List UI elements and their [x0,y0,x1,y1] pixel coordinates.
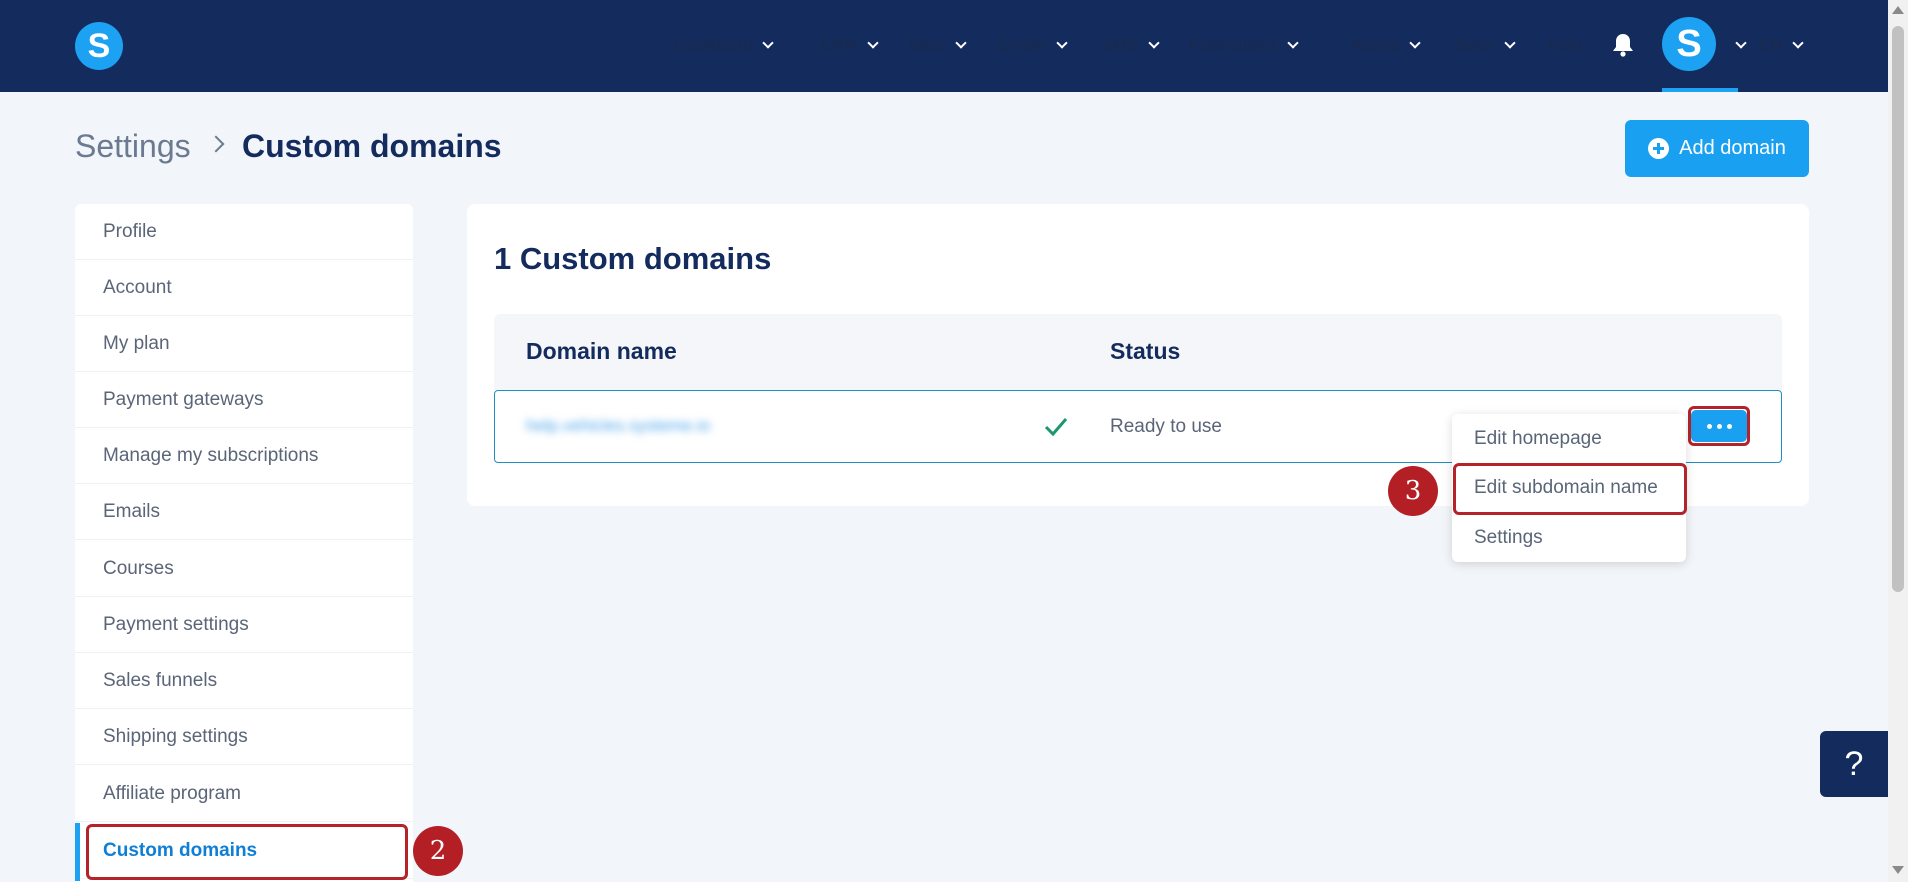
nav-label: SMS [1103,37,1138,54]
sidebar-active-indicator [75,823,80,881]
chevron-down-icon [1056,37,1068,49]
active-tab-indicator [1662,88,1738,92]
nav-item-help[interactable]: Help [1548,0,1581,92]
sidebar-item-emails[interactable]: Emails [75,484,413,540]
language-label: EN [1760,37,1783,54]
chevron-down-icon [1504,37,1516,49]
more-dots-icon [1726,423,1732,429]
nav-item-assets[interactable]: Assets [1351,0,1421,92]
settings-sidebar: Profile Account My plan Payment gateways… [75,204,413,882]
top-navigation-bar: S Dashboard CRM Sites Emails SMS Automat… [0,0,1888,92]
chevron-right-icon [207,135,225,153]
brand-logo[interactable]: S [75,22,123,70]
language-selector[interactable]: EN [1760,0,1804,92]
step-highlight-outline [86,824,408,880]
checkmark-icon [1044,418,1068,437]
chevron-down-icon [954,37,967,49]
sidebar-item-profile[interactable]: Profile [75,204,413,260]
sidebar-item-sales-funnels[interactable]: Sales funnels [75,653,413,709]
nav-item-sites[interactable]: Sites [909,0,967,92]
nav-label: Dashboard [674,37,753,54]
add-domain-label: Add domain [1679,137,1786,159]
user-avatar[interactable]: S [1662,17,1716,71]
help-button[interactable]: ? [1820,731,1888,797]
plus-circle-icon [1648,138,1670,159]
nav-label: Sites [909,37,945,54]
sidebar-item-shipping-settings[interactable]: Shipping settings [75,709,413,765]
nav-label: Assets [1351,37,1400,54]
domain-link[interactable]: help.vehicles.systeme.io [526,416,710,436]
nav-item-sms[interactable]: SMS [1103,0,1160,92]
more-dots-icon [1716,423,1722,429]
step-badge-3: 3 [1388,466,1438,516]
chevron-down-icon [1287,37,1299,49]
sidebar-item-affiliate-program[interactable]: Affiliate program [75,766,413,822]
sidebar-item-account[interactable]: Account [75,260,413,316]
nav-label: Emails [998,37,1047,54]
nav-label: Help [1548,37,1581,54]
menu-item-settings[interactable]: Settings [1474,527,1543,549]
card-title: 1 Custom domains [494,241,772,276]
nav-label: Sales [1454,37,1495,54]
scroll-down-arrow-icon[interactable] [1892,866,1904,874]
step-highlight-outline [1453,463,1687,515]
nav-item-sales[interactable]: Sales [1454,0,1516,92]
sidebar-item-manage-subscriptions[interactable]: Manage my subscriptions [75,428,413,484]
chevron-down-icon [867,37,880,49]
nav-item-dashboard[interactable]: Dashboard [674,0,774,92]
breadcrumb-settings-link[interactable]: Settings [75,128,191,165]
bell-icon[interactable] [1612,33,1634,57]
sidebar-item-my-plan[interactable]: My plan [75,316,413,372]
nav-item-emails[interactable]: Emails [998,0,1068,92]
step-badge-2: 2 [413,826,463,876]
scroll-up-arrow-icon[interactable] [1892,6,1904,14]
scrollbar-thumb[interactable] [1892,26,1904,592]
column-header-domain: Domain name [526,338,677,364]
column-header-status: Status [1110,338,1181,364]
more-dots-icon [1706,423,1712,429]
avatar-menu-toggle[interactable] [1725,0,1747,92]
more-actions-button[interactable] [1691,410,1747,442]
add-domain-button[interactable]: Add domain [1625,120,1809,177]
menu-item-edit-homepage[interactable]: Edit homepage [1474,428,1602,450]
page-title: Custom domains [242,128,502,164]
chevron-down-icon [1148,37,1160,49]
nav-label: CRM [821,37,858,54]
chevron-down-icon [762,37,774,49]
chevron-down-icon [1735,37,1747,49]
nav-item-crm[interactable]: CRM [821,0,880,92]
sidebar-item-courses[interactable]: Courses [75,541,413,597]
nav-item-automations[interactable]: Automations [1188,0,1299,92]
chevron-down-icon [1792,37,1804,49]
nav-label: Automations [1188,37,1277,54]
chevron-down-icon [1409,37,1421,49]
sidebar-item-payment-settings[interactable]: Payment settings [75,597,413,653]
sidebar-item-payment-gateways[interactable]: Payment gateways [75,372,413,428]
status-text: Ready to use [1110,416,1222,437]
